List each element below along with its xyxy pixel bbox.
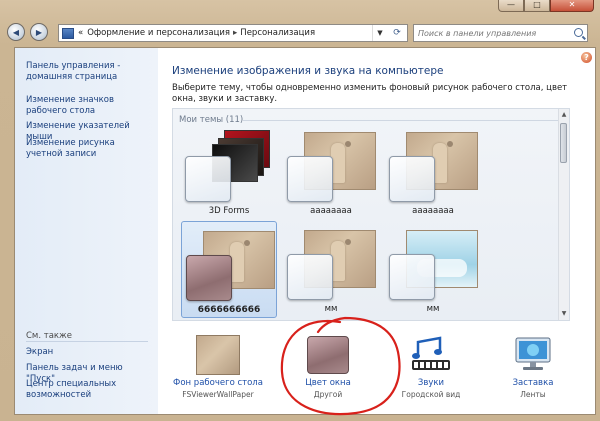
theme-name: 6666666666	[197, 305, 261, 315]
monitor-icon	[512, 336, 554, 374]
minimize-button[interactable]: —	[498, 0, 524, 12]
sidebar-link-account-picture[interactable]: Изменение рисунка учетной записи	[26, 138, 154, 160]
see-also-divider	[26, 341, 148, 342]
window-color-label[interactable]: Цвет окна	[280, 378, 376, 388]
desktop-background-label[interactable]: Фон рабочего стола	[170, 378, 266, 388]
window-color-value: Другой	[313, 390, 343, 399]
theme-tile[interactable]: мм	[283, 221, 379, 318]
back-button[interactable]: ◀	[7, 23, 25, 41]
breadcrumb-separator[interactable]: ▸	[233, 28, 237, 38]
window-color-swatch	[287, 254, 333, 300]
close-button[interactable]: ✕	[550, 0, 594, 12]
theme-tile[interactable]: аааааааа	[283, 123, 379, 220]
theme-tile-selected[interactable]: 6666666666	[181, 221, 277, 318]
address-prefix[interactable]: «	[78, 28, 83, 38]
sidebar: Панель управления - домашняя страница Из…	[15, 48, 158, 414]
sidebar-link-desktop-icons[interactable]: Изменение значков рабочего стола	[26, 95, 154, 117]
see-also-accessibility[interactable]: Центр специальных возможностей	[26, 379, 154, 401]
screensaver-button[interactable]: Заставка Ленты	[485, 336, 581, 399]
window-color-swatch	[185, 156, 231, 202]
music-notes-icon	[410, 336, 452, 374]
screensaver-label[interactable]: Заставка	[485, 378, 581, 388]
search-icon[interactable]	[574, 28, 583, 37]
window-color-icon	[307, 336, 349, 374]
maximize-button[interactable]: □	[524, 0, 550, 12]
screensaver-value: Ленты	[520, 390, 546, 399]
window-controls: — □ ✕	[498, 0, 594, 12]
control-panel-window: — □ ✕ ◀ ▶ « Оформление и персонализация …	[0, 0, 600, 421]
breadcrumb-personalization[interactable]: Персонализация	[240, 28, 315, 38]
wallpaper-icon	[197, 336, 239, 374]
desktop-background-button[interactable]: Фон рабочего стола FSViewerWallPaper	[170, 336, 266, 399]
window-color-swatch	[186, 255, 232, 301]
window-color-swatch	[389, 254, 435, 300]
theme-gallery-scrollbar[interactable]: ▲ ▼	[558, 109, 569, 320]
help-icon[interactable]: ?	[581, 52, 592, 63]
theme-gallery: Мои темы (11) 3D Forms аааааааа аааааааа…	[172, 108, 570, 321]
theme-name: 3D Forms	[208, 206, 250, 216]
refresh-icon[interactable]: ⟳	[389, 25, 405, 41]
window-color-swatch	[287, 156, 333, 202]
chevron-down-icon[interactable]: ▼	[372, 25, 387, 41]
sounds-value: Городской вид	[401, 390, 461, 399]
sounds-button[interactable]: Звуки Городской вид	[383, 336, 479, 399]
scroll-down-icon[interactable]: ▼	[560, 310, 568, 318]
theme-name: мм	[324, 304, 338, 314]
arrow-left-icon: ◀	[12, 27, 20, 37]
page-description: Выберите тему, чтобы одновременно измени…	[172, 83, 568, 104]
scroll-up-icon[interactable]: ▲	[560, 111, 568, 119]
theme-name: аааааааа	[412, 206, 454, 216]
theme-name: аааааааа	[310, 206, 352, 216]
scrollbar-thumb[interactable]	[560, 123, 567, 163]
content-panel: Панель управления - домашняя страница Из…	[14, 47, 596, 415]
search-input[interactable]	[414, 27, 570, 39]
page-title: Изменение изображения и звука на компьют…	[172, 65, 444, 77]
theme-tile[interactable]: мм	[385, 221, 481, 318]
search-box[interactable]	[413, 24, 588, 42]
see-also-title: См. также	[26, 331, 72, 341]
address-bar[interactable]: « Оформление и персонализация ▸ Персонал…	[58, 24, 408, 42]
theme-tile[interactable]: аааааааа	[385, 123, 481, 220]
theme-tile[interactable]: 3D Forms	[181, 123, 277, 220]
see-also-display[interactable]: Экран	[26, 347, 154, 358]
window-color-button[interactable]: Цвет окна Другой	[280, 336, 376, 399]
sounds-label[interactable]: Звуки	[383, 378, 479, 388]
window-color-swatch	[389, 156, 435, 202]
sidebar-link-home[interactable]: Панель управления - домашняя страница	[26, 61, 154, 83]
control-panel-icon	[62, 27, 74, 39]
breadcrumb-appearance[interactable]: Оформление и персонализация	[87, 28, 230, 38]
group-divider	[243, 120, 561, 121]
forward-button[interactable]: ▶	[30, 23, 48, 41]
theme-name: мм	[426, 304, 440, 314]
arrow-right-icon: ▶	[35, 27, 43, 37]
desktop-background-value: FSViewerWallPaper	[182, 390, 254, 399]
